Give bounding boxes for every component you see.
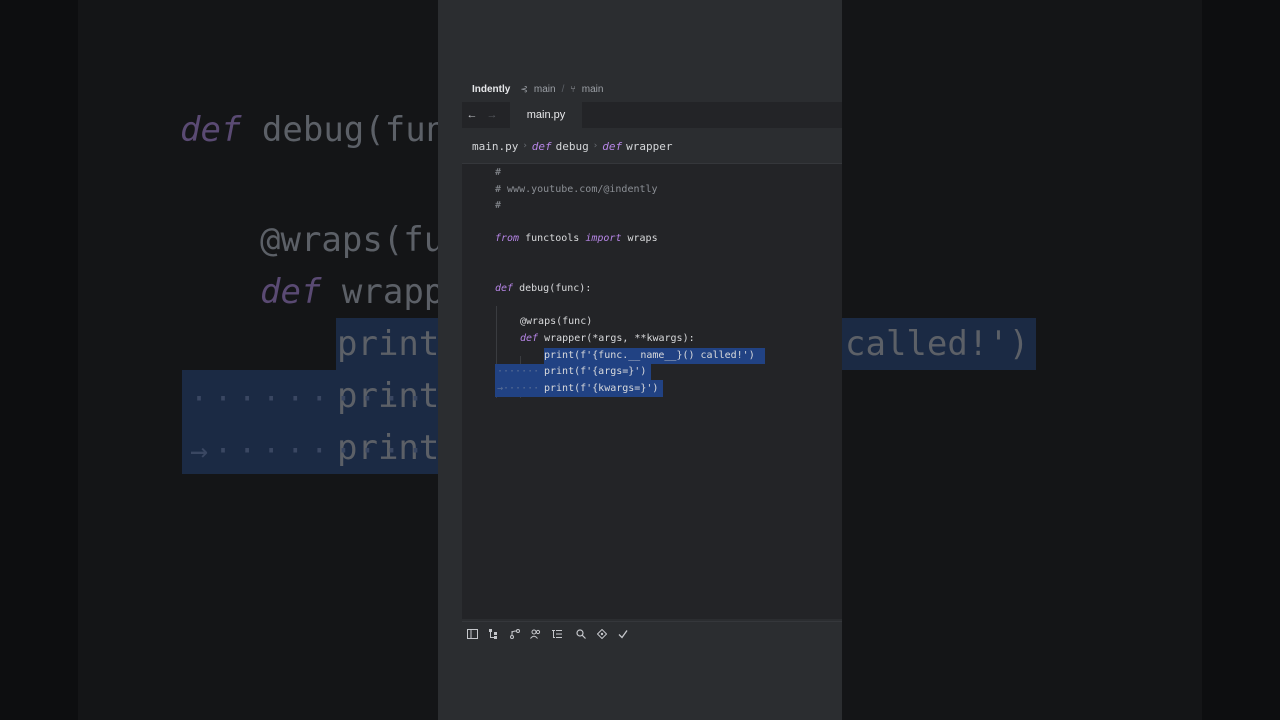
module-name: functools	[525, 233, 580, 244]
function-signature: debug(func):	[519, 283, 592, 294]
breadcrumb: main.py › def debug › def wrapper	[472, 138, 672, 154]
module-label[interactable]: main	[534, 84, 556, 95]
tab-bar: ← → main.py	[462, 102, 842, 128]
chevron-right-icon: ›	[522, 141, 528, 151]
run-icon[interactable]	[591, 623, 612, 645]
outline-icon[interactable]	[546, 623, 567, 645]
keyword: def	[495, 283, 514, 294]
keyword: import	[585, 233, 622, 244]
chevron-right-icon: ›	[592, 141, 599, 151]
code-editor[interactable]: # # www.youtube.com/@indently # from fun…	[462, 163, 842, 619]
repo-bar: Indently ⊰ main / ⑂ main	[472, 82, 603, 96]
users-icon[interactable]	[525, 623, 546, 645]
code-line: #	[495, 167, 502, 178]
code-line: @wraps(func)	[520, 316, 593, 327]
breadcrumb-file[interactable]: main.py	[472, 140, 518, 153]
code-line: def wrapper(*args, **kwargs):	[520, 331, 695, 347]
tab-main-py[interactable]: main.py	[510, 102, 582, 128]
whitespace-dots: ·······	[497, 366, 540, 377]
code-line: def debug(func):	[495, 281, 591, 297]
code-line: print(f'{kwargs=}')	[544, 383, 659, 394]
background-text: debug(func	[261, 110, 467, 150]
sidebar-icon[interactable]	[462, 623, 483, 645]
background-text: @wraps(fun	[260, 220, 465, 260]
bottom-toolbar	[462, 621, 842, 645]
keyword: def	[520, 333, 539, 344]
background-keyword: def	[180, 110, 242, 150]
arrow-right-icon[interactable]: →	[482, 102, 502, 128]
code-line: print(f'{func.__name__}() called!')	[544, 350, 755, 361]
code-line: #	[495, 200, 502, 211]
code-line: print(f'{args=}')	[544, 366, 647, 377]
separator: /	[561, 83, 565, 95]
check-icon[interactable]	[612, 623, 633, 645]
whitespace-dots: →······	[497, 383, 540, 394]
code-line: # www.youtube.com/@indently	[495, 184, 658, 195]
breadcrumb-keyword: def	[531, 139, 552, 153]
background-whitespace-dots: →·········	[190, 434, 431, 469]
breadcrumb-wrapper[interactable]: wrapper	[626, 140, 672, 153]
keyword: from	[495, 233, 520, 244]
editor-panel: Indently ⊰ main / ⑂ main ← → main.py mai…	[438, 0, 842, 720]
arrow-left-icon[interactable]: ←	[462, 102, 482, 128]
structure-icon[interactable]	[483, 623, 504, 645]
search-icon[interactable]	[570, 623, 591, 645]
background-text: called!')	[845, 324, 1030, 364]
breadcrumb-keyword: def	[602, 139, 623, 153]
code-line: from functools import wraps	[495, 231, 658, 247]
breadcrumb-debug[interactable]: debug	[556, 140, 589, 153]
branch-icon: ⑂	[570, 84, 576, 94]
module-icon: ⊰	[520, 83, 528, 94]
repo-name[interactable]: Indently	[472, 84, 510, 95]
import-name: wraps	[627, 233, 658, 244]
function-signature: wrapper(*args, **kwargs):	[544, 333, 695, 344]
branch-icon[interactable]	[504, 623, 525, 645]
background-keyword: def	[260, 272, 322, 312]
background-whitespace-dots: ··········	[190, 382, 431, 417]
branch-label[interactable]: main	[582, 84, 604, 95]
background-text: print	[337, 324, 440, 364]
